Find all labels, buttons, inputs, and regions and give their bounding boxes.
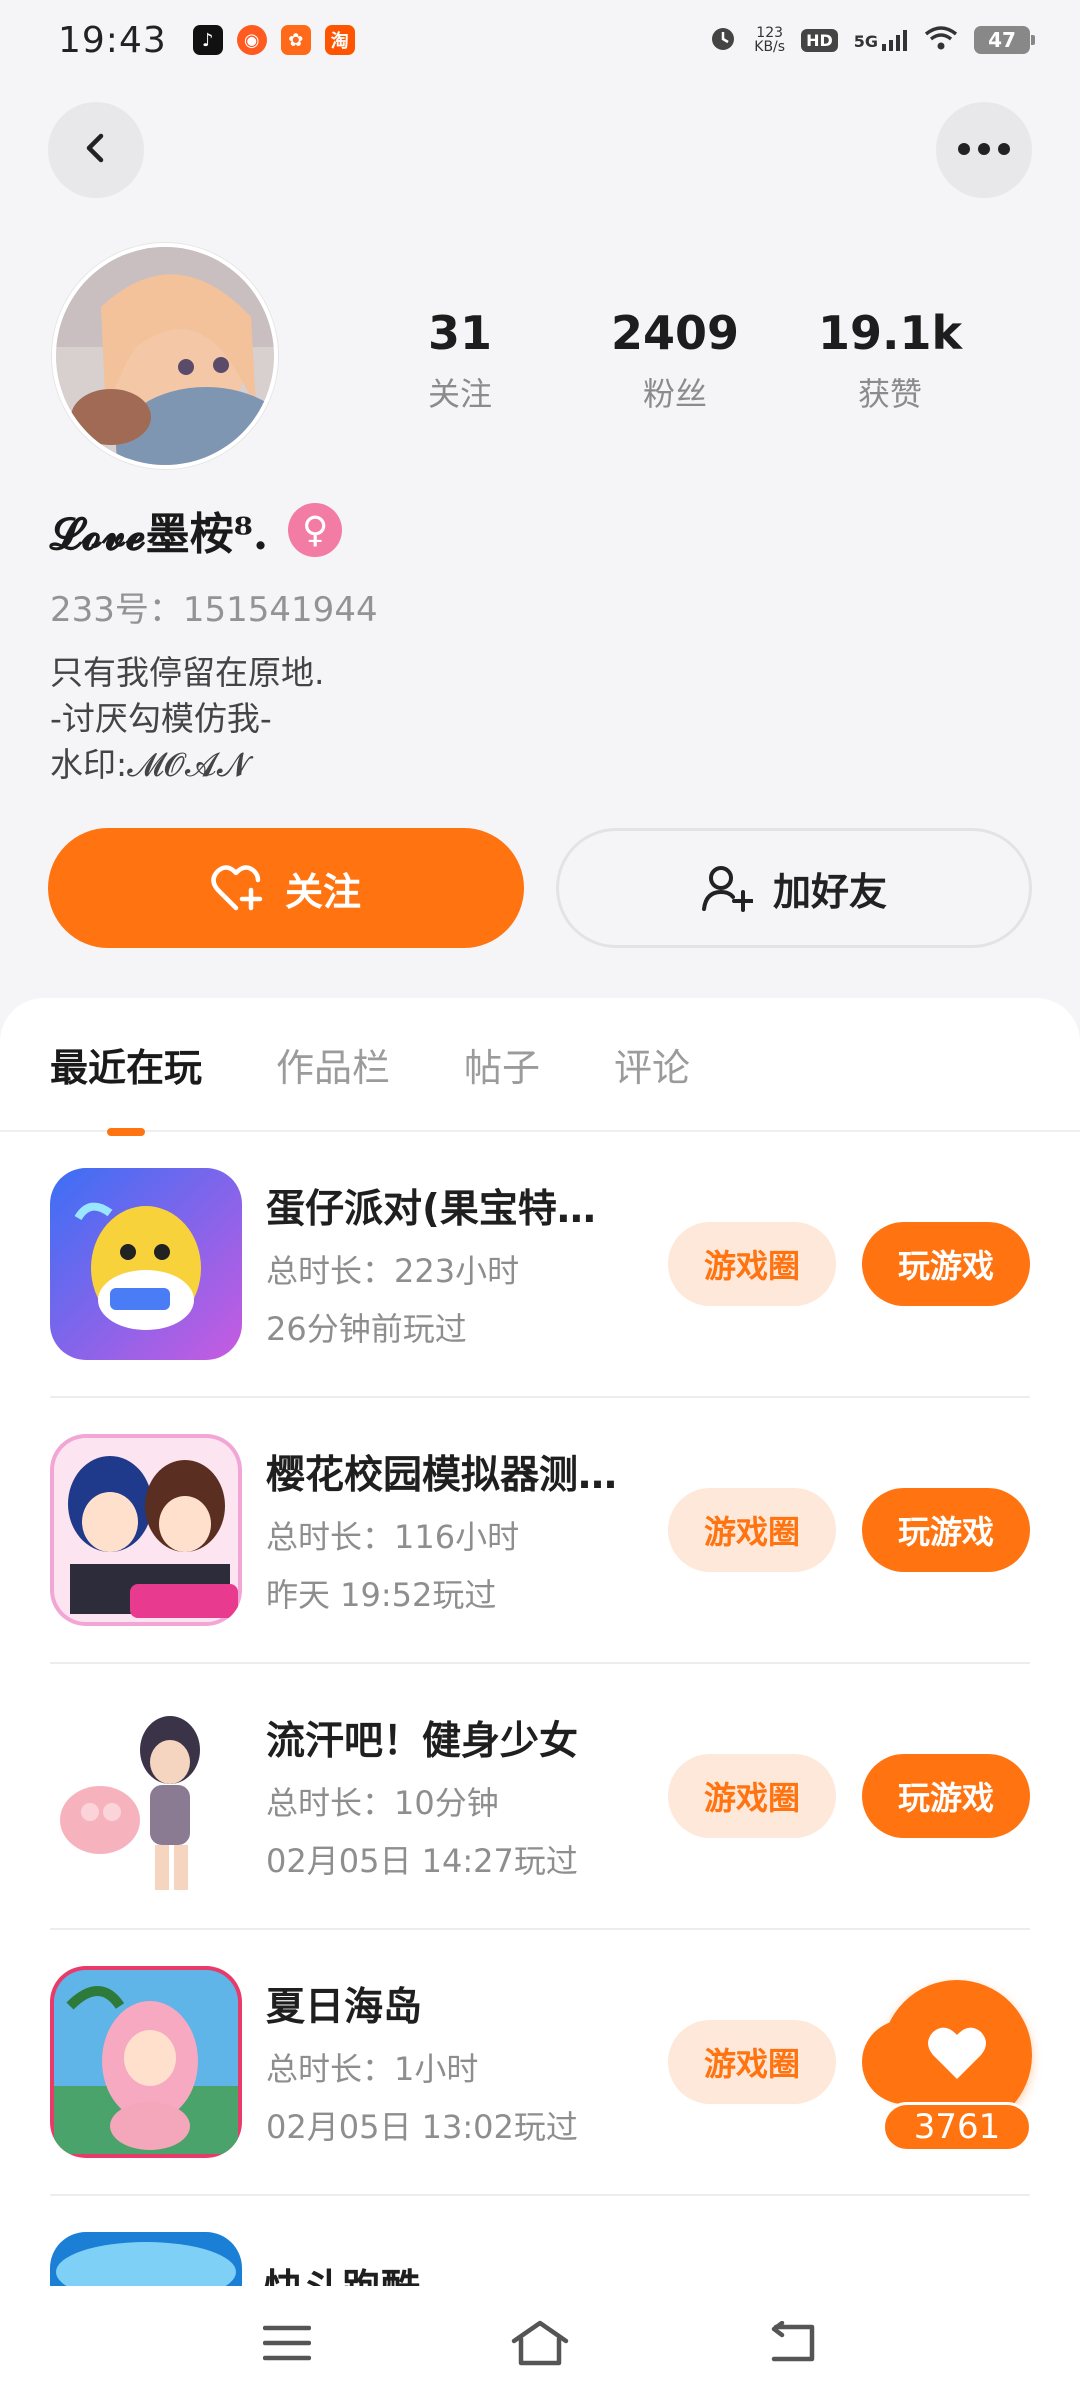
game-buttons: 游戏圈 玩游戏 xyxy=(668,1754,1030,1838)
action-row: 关注 加好友 xyxy=(48,828,1032,948)
status-time: 19:43 xyxy=(58,19,167,61)
heart-plus-icon xyxy=(211,864,265,912)
floating-like-button[interactable]: 3761 xyxy=(882,1980,1032,2152)
game-last-played: 26分钟前玩过 xyxy=(266,1310,467,1348)
tab-comments[interactable]: 评论 xyxy=(614,1037,690,1092)
net-speed-unit: KB/s xyxy=(754,39,786,55)
profile-stats: 31 关注 2409 粉丝 19.1k 获赞 xyxy=(365,305,985,415)
stat-following-label: 关注 xyxy=(427,375,492,413)
status-bar: 19:43 ♪ ◉ ✿ 淘 123 KB/s HD 5G 47 xyxy=(0,0,1080,80)
signal-label: 5G xyxy=(853,32,878,51)
game-buttons: 游戏圈 玩游戏 xyxy=(668,1488,1030,1572)
game-last-played: 昨天 19:52玩过 xyxy=(266,1576,497,1614)
home-icon xyxy=(511,2319,569,2371)
add-friend-button[interactable]: 加好友 xyxy=(556,828,1032,948)
game-info: 夏日海岛 总时长：1小时 02月05日 13:02玩过 xyxy=(266,1976,666,2148)
battery-icon: 47 xyxy=(974,26,1035,54)
game-circle-button[interactable]: 游戏圈 xyxy=(668,1222,836,1306)
follow-button[interactable]: 关注 xyxy=(48,828,524,948)
game-name: 夏日海岛 xyxy=(266,1985,423,2030)
game-circle-button[interactable]: 游戏圈 xyxy=(668,1488,836,1572)
home-nav-button[interactable] xyxy=(500,2305,580,2385)
avatar[interactable] xyxy=(52,243,278,469)
game-buttons: 游戏圈 玩游戏 xyxy=(668,1222,1030,1306)
like-count: 3761 xyxy=(882,2102,1032,2152)
game-name: 快斗跑酷 xyxy=(264,2258,420,2286)
game-duration: 总时长：1小时 xyxy=(266,2050,479,2088)
list-item[interactable]: 快斗跑酷 xyxy=(50,2196,1030,2286)
game-icon-partial[interactable] xyxy=(50,2232,242,2286)
list-item[interactable]: 蛋仔派对(果宝特… 总时长：223小时 26分钟前玩过 游戏圈 玩游戏 xyxy=(50,1132,1030,1398)
play-game-button[interactable]: 玩游戏 xyxy=(862,1488,1030,1572)
user-bio: 只有我停留在原地. -讨厌勾模仿我- 水印:𝓜𝓞𝓐𝓝 xyxy=(50,653,325,784)
wifi-icon xyxy=(924,25,958,55)
stat-likes-label: 获赞 xyxy=(857,375,922,413)
stat-likes[interactable]: 19.1k 获赞 xyxy=(795,305,985,415)
game-info: 流汗吧！健身少女 总时长：10分钟 02月05日 14:27玩过 xyxy=(266,1710,666,1882)
taobao-icon: 淘 xyxy=(324,25,355,55)
follow-label: 关注 xyxy=(284,869,361,914)
stat-fans-label: 粉丝 xyxy=(642,375,707,413)
nickname-row: 𝓛𝓸𝓿𝓮墨桉⁸. ♀ xyxy=(50,498,343,562)
back-button[interactable] xyxy=(48,102,144,198)
add-user-icon xyxy=(701,864,753,912)
signal-icon: 5G xyxy=(854,29,908,51)
tab-bar: 最近在玩 作品栏 帖子 评论 xyxy=(0,998,1080,1132)
female-gender-icon: ♀ xyxy=(288,503,343,557)
more-button[interactable] xyxy=(936,102,1032,198)
alarm-icon xyxy=(708,23,738,57)
game-duration: 总时长：10分钟 xyxy=(266,1784,499,1822)
app-notification-icon: ✿ xyxy=(280,25,311,55)
tab-posts[interactable]: 帖子 xyxy=(464,1037,540,1092)
stat-likes-value: 19.1k xyxy=(817,306,963,360)
stat-fans[interactable]: 2409 粉丝 xyxy=(580,305,770,415)
list-item[interactable]: 流汗吧！健身少女 总时长：10分钟 02月05日 14:27玩过 游戏圈 玩游戏 xyxy=(50,1664,1030,1930)
game-icon-sakura-school[interactable] xyxy=(50,1434,242,1626)
chevron-left-icon xyxy=(78,130,114,170)
system-nav-bar xyxy=(0,2290,1080,2400)
more-dots-icon xyxy=(956,141,1012,160)
game-last-played: 02月05日 13:02玩过 xyxy=(266,2108,578,2146)
back-arrow-icon xyxy=(768,2320,818,2369)
tab-recently-played[interactable]: 最近在玩 xyxy=(50,1037,202,1092)
nickname: 𝓛𝓸𝓿𝓮墨桉⁸. xyxy=(50,509,269,560)
game-duration: 总时长：223小时 xyxy=(266,1252,520,1290)
game-duration: 总时长：116小时 xyxy=(266,1518,520,1556)
game-info: 蛋仔派对(果宝特… 总时长：223小时 26分钟前玩过 xyxy=(266,1178,666,1350)
avatar-image xyxy=(56,247,274,465)
game-icon-eggy-party[interactable] xyxy=(50,1168,242,1360)
game-name: 樱花校园模拟器测… xyxy=(266,1453,618,1498)
tiktok-icon: ♪ xyxy=(192,25,223,55)
play-game-button[interactable]: 玩游戏 xyxy=(862,1222,1030,1306)
game-circle-button[interactable]: 游戏圈 xyxy=(668,1754,836,1838)
play-game-button[interactable]: 玩游戏 xyxy=(862,1754,1030,1838)
game-info: 樱花校园模拟器测… 总时长：116小时 昨天 19:52玩过 xyxy=(266,1444,666,1616)
game-icon-summer-island[interactable] xyxy=(50,1966,242,2158)
notification-icons: ♪ ◉ ✿ 淘 xyxy=(192,25,355,55)
tab-works[interactable]: 作品栏 xyxy=(276,1037,390,1092)
add-friend-label: 加好友 xyxy=(772,869,887,914)
status-right: 123 KB/s HD 5G 47 xyxy=(708,23,1035,57)
back-nav-button[interactable] xyxy=(753,2305,833,2385)
stat-fans-value: 2409 xyxy=(610,306,740,360)
game-icon-fitness-girl[interactable] xyxy=(50,1700,242,1892)
user-id: 233号：151541944 xyxy=(50,590,378,630)
hd-badge: HD xyxy=(801,28,838,52)
net-speed: 123 KB/s xyxy=(754,26,785,54)
heart-icon xyxy=(925,2025,989,2085)
menu-nav-button[interactable] xyxy=(247,2305,327,2385)
stat-following-value: 31 xyxy=(427,306,492,360)
menu-icon xyxy=(262,2324,311,2366)
game-circle-button[interactable]: 游戏圈 xyxy=(668,2020,836,2104)
list-item[interactable]: 樱花校园模拟器测… 总时长：116小时 昨天 19:52玩过 游戏圈 玩游戏 xyxy=(50,1398,1030,1664)
game-name: 蛋仔派对(果宝特… xyxy=(266,1187,596,1232)
game-last-played: 02月05日 14:27玩过 xyxy=(266,1842,578,1880)
weibo-icon: ◉ xyxy=(236,25,267,55)
game-name: 流汗吧！健身少女 xyxy=(266,1719,579,1764)
stat-following[interactable]: 31 关注 xyxy=(365,305,555,415)
